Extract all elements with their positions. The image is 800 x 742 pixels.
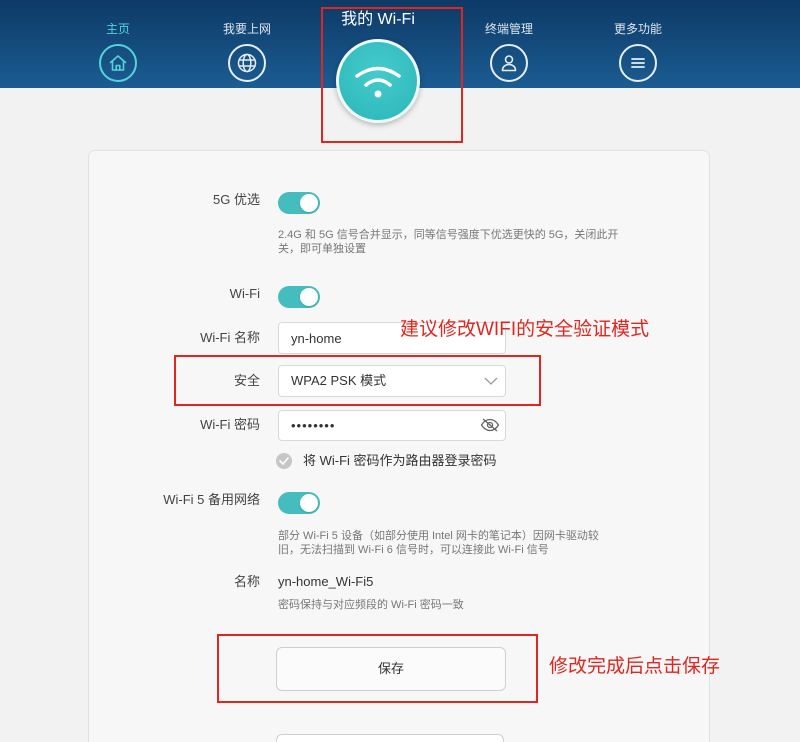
secondary-button[interactable] [276, 734, 504, 742]
security-select[interactable]: WPA2 PSK 模式 [278, 365, 506, 397]
toggle-knob [300, 194, 318, 212]
eye-off-icon[interactable] [480, 418, 500, 432]
description-line: 关，即可单独设置 [278, 243, 366, 255]
security-select-value: WPA2 PSK 模式 [291, 373, 387, 388]
use-as-login-checkbox[interactable] [276, 453, 292, 469]
use-as-login-label[interactable]: 将 Wi-Fi 密码作为路由器登录密码 [303, 452, 497, 470]
toggle-knob [300, 288, 318, 306]
menu-icon[interactable] [619, 44, 657, 82]
save-button[interactable]: 保存 [276, 647, 506, 691]
description-line: 旧，无法扫描到 Wi-Fi 6 信号时，可以连接此 Wi-Fi 信号 [278, 544, 549, 556]
nav-more[interactable]: 更多功能 [588, 0, 688, 88]
wifi-icon[interactable] [336, 39, 420, 123]
wifi-toggle[interactable] [278, 286, 320, 308]
nav-more-label: 更多功能 [613, 22, 662, 36]
globe-icon[interactable] [228, 44, 266, 82]
description-line: 部分 Wi-Fi 5 设备（如部分使用 Intel 网卡的笔记本）因网卡驱动较 [278, 530, 599, 542]
wifi-label: Wi-Fi [229, 286, 260, 301]
nav-home[interactable]: 主页 [68, 0, 168, 88]
chevron-down-icon [484, 377, 498, 385]
wifi-password-field [278, 410, 506, 441]
annotation-save-hint: 修改完成后点击保存 [549, 656, 721, 677]
nav-my-wifi-label: 我的 Wi-Fi [341, 11, 415, 28]
pref-5g-toggle[interactable] [278, 192, 320, 214]
home-icon[interactable] [99, 44, 137, 82]
wifi-settings-panel: 5G 优选 2.4G 和 5G 信号合并显示，同等信号强度下优选更快的 5G，关… [89, 151, 720, 742]
security-label: 安全 [233, 373, 260, 388]
wifi5-name-label: 名称 [233, 574, 260, 589]
toggle-knob [300, 494, 318, 512]
nav-internet[interactable]: 我要上网 [197, 0, 297, 88]
wifi5-password-note: 密码保持与对应频段的 Wi-Fi 密码一致 [278, 599, 464, 611]
nav-devices-label: 终端管理 [484, 22, 533, 36]
wifi-password-input[interactable] [278, 410, 506, 441]
nav-devices[interactable]: 终端管理 [459, 0, 559, 88]
wifi5-backup-description: 部分 Wi-Fi 5 设备（如部分使用 Intel 网卡的笔记本）因网卡驱动较 … [278, 529, 599, 557]
pref-5g-description: 2.4G 和 5G 信号合并显示，同等信号强度下优选更快的 5G，关闭此开 关，… [278, 228, 618, 256]
user-icon[interactable] [490, 44, 528, 82]
wifi5-backup-label: Wi-Fi 5 备用网络 [163, 492, 260, 507]
description-line: 2.4G 和 5G 信号合并显示，同等信号强度下优选更快的 5G，关闭此开 [278, 229, 619, 241]
nav-my-wifi[interactable]: 我的 Wi-Fi [328, 0, 428, 124]
wifi-name-label: Wi-Fi 名称 [200, 330, 260, 345]
check-icon [279, 457, 289, 465]
wifi5-backup-toggle[interactable] [278, 492, 320, 514]
annotation-security-hint: 建议修改WIFI的安全验证模式 [400, 319, 650, 340]
top-nav-bar: 主页 我要上网 我的 Wi-Fi 终端管理 更多功能 [0, 0, 800, 123]
wifi5-name-value: yn-home_Wi-Fi5 [278, 574, 374, 589]
pref-5g-label: 5G 优选 [213, 192, 260, 207]
nav-home-label: 主页 [105, 22, 130, 36]
nav-internet-label: 我要上网 [222, 22, 271, 36]
wifi-password-label: Wi-Fi 密码 [200, 417, 260, 432]
